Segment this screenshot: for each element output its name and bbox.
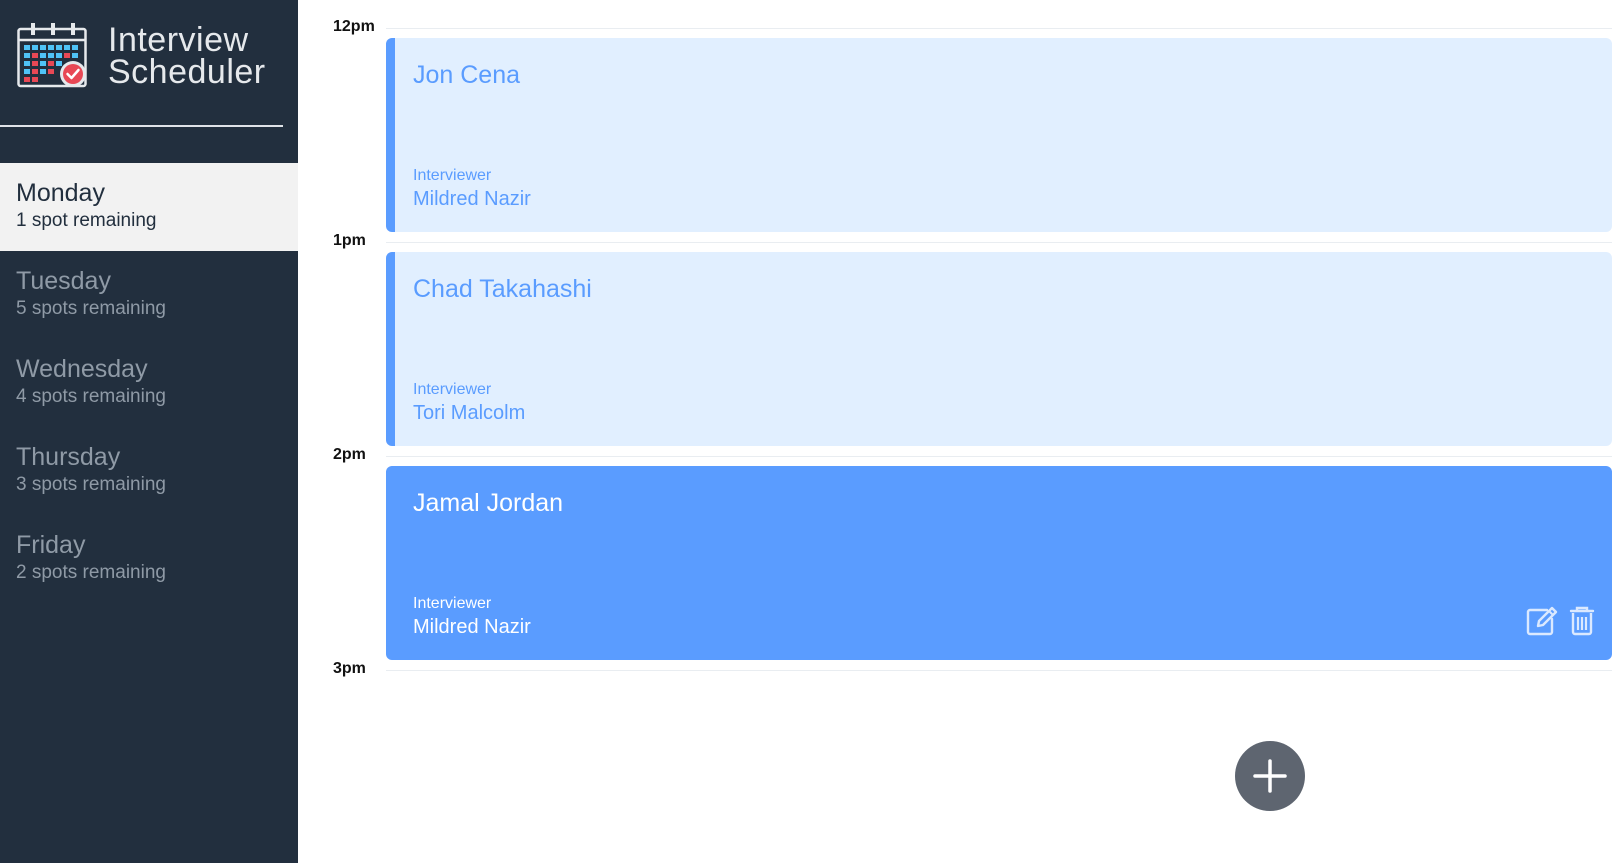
- interviewer-label: Interviewer: [413, 167, 492, 184]
- hour-separator: [386, 670, 1612, 671]
- interviewer-name: Mildred Nazir: [413, 188, 531, 210]
- day-spots: 5 spots remaining: [16, 298, 166, 319]
- day-name: Monday: [16, 179, 105, 207]
- app-title: Interview Scheduler: [108, 21, 266, 91]
- student-name: Chad Takahashi: [413, 275, 592, 303]
- appointment-card[interactable]: Chad Takahashi Interviewer Tori Malcolm: [386, 252, 1612, 446]
- hour-row-1pm: 1pm: [298, 232, 1622, 254]
- sidebar-divider: [0, 125, 283, 127]
- day-item-wednesday[interactable]: Wednesday 4 spots remaining: [0, 339, 298, 427]
- hour-separator: [386, 456, 1612, 457]
- appointment-actions: [1526, 606, 1598, 636]
- brand: Interview Scheduler: [17, 22, 266, 90]
- day-spots: 2 spots remaining: [16, 562, 166, 583]
- day-item-monday[interactable]: Monday 1 spot remaining: [0, 163, 298, 251]
- day-name: Friday: [16, 531, 86, 559]
- interviewer-name: Tori Malcolm: [413, 402, 526, 424]
- hour-row-3pm: 3pm: [298, 660, 1622, 682]
- interviewer-name: Mildred Nazir: [413, 616, 531, 638]
- hour-label: 1pm: [333, 232, 366, 249]
- hour-separator: [386, 28, 1612, 29]
- hour-row-12pm: 12pm: [298, 18, 1622, 40]
- app-title-line2: Scheduler: [108, 53, 266, 91]
- appointment-card-selected[interactable]: Jamal Jordan Interviewer Mildred Nazir: [386, 466, 1612, 660]
- hour-label: 12pm: [333, 18, 375, 35]
- trash-icon[interactable]: [1566, 606, 1598, 636]
- student-name: Jamal Jordan: [413, 489, 564, 517]
- day-name: Tuesday: [16, 267, 111, 295]
- day-spots: 1 spot remaining: [16, 210, 157, 231]
- add-appointment-button[interactable]: [1235, 741, 1305, 811]
- interviewer-label: Interviewer: [413, 381, 492, 398]
- student-name: Jon Cena: [413, 61, 521, 89]
- hour-label: 2pm: [333, 446, 366, 463]
- hour-label: 3pm: [333, 660, 366, 677]
- day-name: Thursday: [16, 443, 121, 471]
- day-spots: 3 spots remaining: [16, 474, 166, 495]
- hour-separator: [386, 242, 1612, 243]
- hour-row-2pm: 2pm: [298, 446, 1622, 468]
- calendar-check-icon: [17, 23, 87, 88]
- sidebar: Interview Scheduler Monday 1 spot remain…: [0, 0, 298, 863]
- day-spots: 4 spots remaining: [16, 386, 166, 407]
- day-item-friday[interactable]: Friday 2 spots remaining: [0, 515, 298, 603]
- day-list: Monday 1 spot remaining Tuesday 5 spots …: [0, 163, 298, 603]
- day-item-thursday[interactable]: Thursday 3 spots remaining: [0, 427, 298, 515]
- appointment-card[interactable]: Jon Cena Interviewer Mildred Nazir: [386, 38, 1612, 232]
- interviewer-label: Interviewer: [413, 595, 492, 612]
- day-name: Wednesday: [16, 355, 148, 383]
- app-title-line1: Interview: [108, 21, 249, 59]
- plus-icon: [1253, 759, 1287, 793]
- edit-icon[interactable]: [1526, 606, 1558, 636]
- day-item-tuesday[interactable]: Tuesday 5 spots remaining: [0, 251, 298, 339]
- schedule: 12pm Jon Cena Interviewer Mildred Nazir …: [298, 0, 1622, 863]
